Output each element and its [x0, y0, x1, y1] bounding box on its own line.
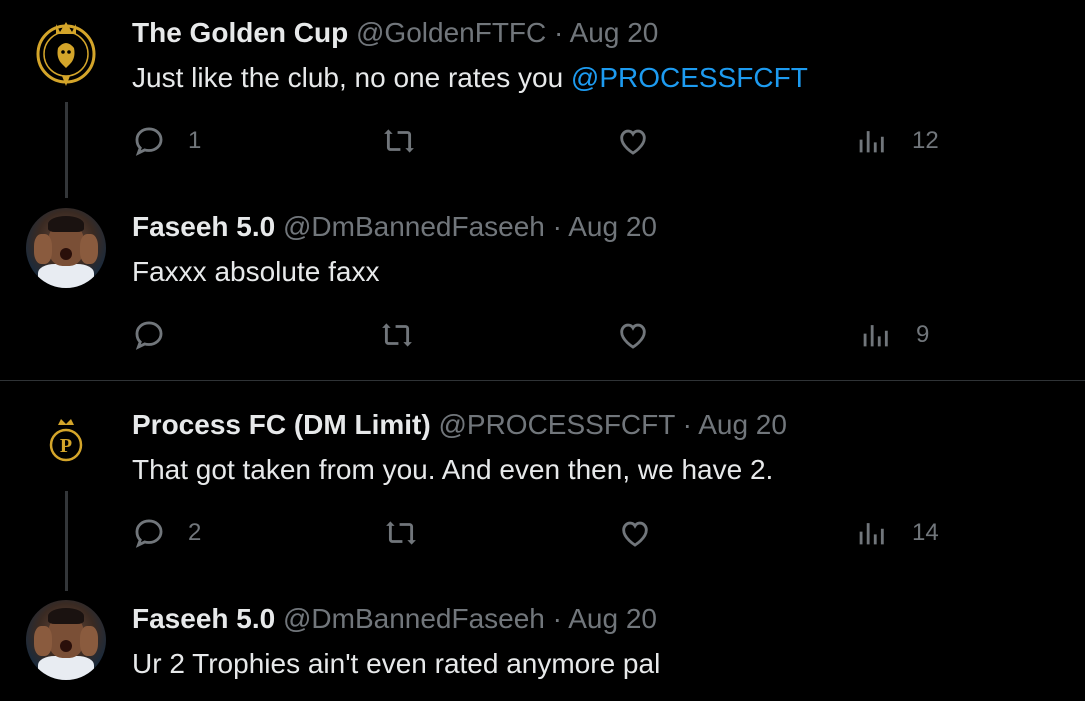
separator-dot: · — [682, 409, 692, 440]
view-count: 12 — [912, 127, 939, 154]
display-name[interactable]: Faseeh 5.0 — [132, 211, 275, 242]
tweet-actions: 9 — [0, 318, 1085, 358]
view-count: 14 — [912, 519, 939, 546]
avatar-hand — [80, 626, 98, 656]
tweet[interactable]: Faseeh 5.0 @DmBannedFaseeh · Aug 20 Ur 2… — [0, 591, 1085, 701]
analytics-icon — [859, 523, 884, 545]
reply-icon — [135, 519, 163, 548]
faseeh-avatar[interactable] — [26, 208, 106, 288]
user-handle[interactable]: @GoldenFTFC — [356, 17, 546, 48]
reply-button[interactable] — [132, 318, 166, 352]
tweet-text: Faxxx absolute faxx — [132, 256, 380, 287]
display-name[interactable]: The Golden Cup — [132, 17, 348, 48]
avatar-mouth — [60, 248, 72, 260]
avatar-hair — [48, 608, 84, 624]
separator-dot: · — [554, 17, 564, 48]
like-button[interactable] — [616, 124, 650, 158]
views-button[interactable]: 9 — [858, 318, 929, 352]
avatar-mouth — [60, 640, 72, 652]
tweet-date[interactable]: Aug 20 — [698, 409, 787, 440]
tweet-text: That got taken from you. And even then, … — [132, 454, 774, 485]
tweet-header: Faseeh 5.0 @DmBannedFaseeh · Aug 20 — [132, 602, 657, 636]
svg-text:P: P — [60, 435, 72, 457]
retweet-button[interactable] — [380, 318, 414, 352]
user-handle[interactable]: @PROCESSFCFT — [438, 409, 674, 440]
process-fc-avatar[interactable]: P — [26, 401, 106, 481]
reply-icon — [135, 321, 163, 350]
mention-link[interactable]: @PROCESSFCFT — [571, 62, 808, 93]
retweet-icon — [382, 323, 412, 347]
avatar-hand — [34, 626, 52, 656]
tweet-date[interactable]: Aug 20 — [568, 211, 657, 242]
retweet-button[interactable] — [384, 516, 418, 550]
tweet-text: Ur 2 Trophies ain't even rated anymore p… — [132, 648, 661, 679]
tweet[interactable]: P Process FC (DM Limit) @PROCESSFCFT · A… — [0, 381, 1085, 591]
tweet-date[interactable]: Aug 20 — [568, 603, 657, 634]
like-button[interactable] — [616, 318, 650, 352]
reply-count: 1 — [188, 127, 202, 154]
views-button[interactable]: 12 — [854, 124, 939, 158]
avatar-shirt — [38, 656, 94, 680]
retweet-icon — [384, 129, 414, 153]
heart-icon — [622, 521, 648, 547]
user-handle[interactable]: @DmBannedFaseeh — [283, 603, 545, 634]
views-button[interactable]: 14 — [854, 516, 939, 550]
tweet-actions: 2 14 — [0, 516, 1085, 556]
avatar-hair — [48, 216, 84, 232]
tweet[interactable]: Faseeh 5.0 @DmBannedFaseeh · Aug 20 Faxx… — [0, 200, 1085, 380]
avatar-hand — [34, 234, 52, 264]
conversation-timeline: The Golden Cup @GoldenFTFC · Aug 20 Just… — [0, 0, 1085, 701]
tweet[interactable]: The Golden Cup @GoldenFTFC · Aug 20 Just… — [0, 0, 1085, 200]
faseeh-avatar[interactable] — [26, 600, 106, 680]
tweet-date[interactable]: Aug 20 — [570, 17, 659, 48]
tweet-text: Just like the club, no one rates you @PR… — [132, 61, 808, 95]
retweet-button[interactable] — [382, 124, 416, 158]
tweet-actions: 1 12 — [0, 124, 1085, 164]
retweet-icon — [386, 521, 416, 545]
separator-dot: · — [552, 603, 562, 634]
view-count: 9 — [916, 321, 930, 348]
user-handle[interactable]: @DmBannedFaseeh — [283, 211, 545, 242]
heart-icon — [620, 129, 646, 155]
reply-count: 2 — [188, 519, 202, 546]
display-name[interactable]: Process FC (DM Limit) — [132, 409, 431, 440]
reply-button[interactable]: 2 — [132, 516, 201, 550]
analytics-icon — [859, 131, 884, 153]
tweet-header: Faseeh 5.0 @DmBannedFaseeh · Aug 20 — [132, 210, 657, 244]
analytics-icon — [863, 325, 888, 347]
reply-icon — [135, 127, 163, 156]
process-fc-crest-icon: P — [49, 419, 83, 462]
display-name[interactable]: Faseeh 5.0 — [132, 603, 275, 634]
lion-crest-icon — [36, 22, 96, 86]
tweet-header: The Golden Cup @GoldenFTFC · Aug 20 — [132, 16, 658, 50]
tweet-text-body: Just like the club, no one rates you — [132, 62, 571, 93]
reply-button[interactable]: 1 — [132, 124, 201, 158]
heart-icon — [620, 323, 646, 349]
like-button[interactable] — [618, 516, 652, 550]
tweet-header: Process FC (DM Limit) @PROCESSFCFT · Aug… — [132, 408, 787, 442]
avatar-shirt — [38, 264, 94, 288]
golden-cup-avatar[interactable] — [26, 12, 106, 92]
avatar-hand — [80, 234, 98, 264]
separator-dot: · — [552, 211, 562, 242]
